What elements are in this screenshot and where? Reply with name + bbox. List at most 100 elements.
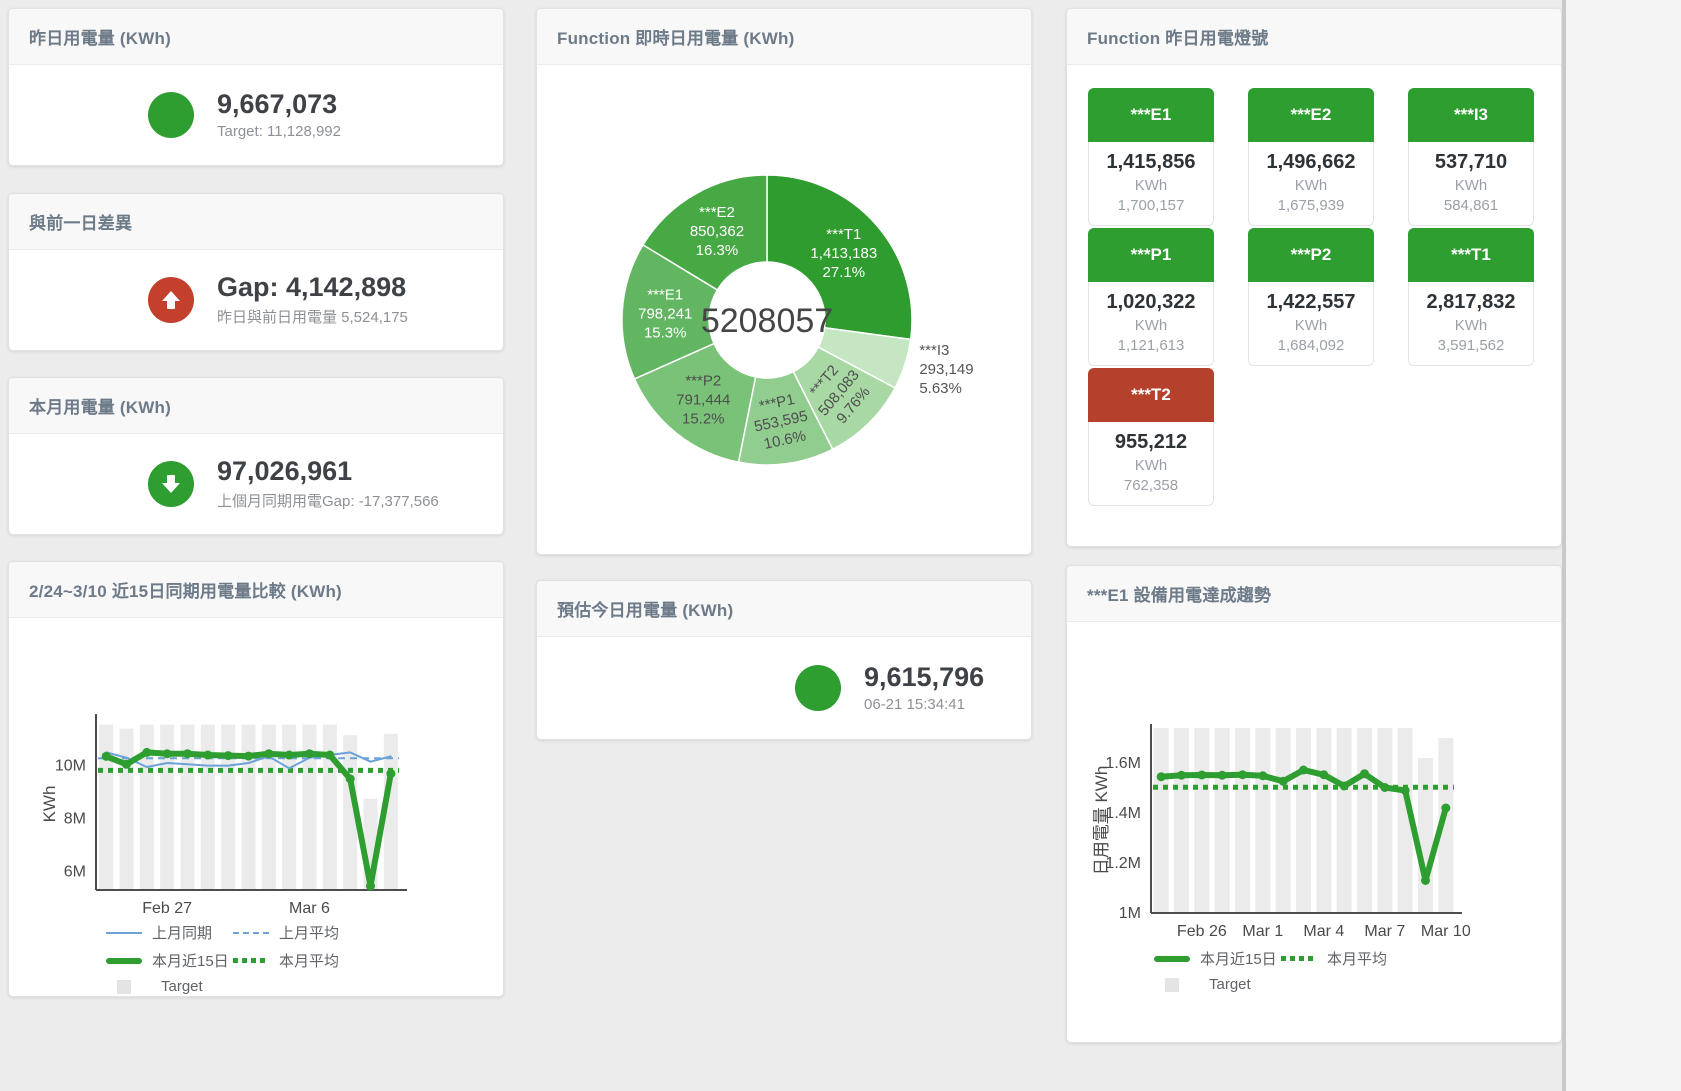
target-bar bbox=[1235, 728, 1250, 913]
light-tile-name: ***E1 bbox=[1088, 88, 1214, 142]
legend-label: 本月近15日 bbox=[1200, 948, 1277, 969]
legend-swatch-icon bbox=[233, 958, 269, 963]
light-tile-value: 537,710 bbox=[1409, 151, 1533, 174]
light-tile-target: 1,700,157 bbox=[1089, 197, 1213, 214]
target-bar bbox=[1255, 728, 1270, 913]
light-tile: ***T2955,212KWh762,358 bbox=[1088, 368, 1214, 506]
light-tile-name: ***T1 bbox=[1408, 228, 1534, 282]
compare-15d-chart: 6M8M10MFeb 27Mar 6KWh bbox=[9, 618, 503, 918]
panel-estimate-today: 預估今日用電量 (KWh) 9,615,796 06-21 15:34:41 bbox=[536, 580, 1032, 740]
light-tile: ***P21,422,557KWh1,684,092 bbox=[1248, 228, 1374, 366]
light-tile: ***P11,020,322KWh1,121,613 bbox=[1088, 228, 1214, 366]
donut-center-total: 5208057 bbox=[701, 302, 833, 340]
legend-item[interactable]: 上月同期 bbox=[106, 922, 233, 943]
panel-header[interactable]: ***E1 設備用電達成趨勢 bbox=[1067, 566, 1561, 622]
legend-item[interactable]: 本月近15日 bbox=[1154, 948, 1281, 969]
function-usage-donut-chart: ***T11,413,18327.1%***I3293,1495.63%***T… bbox=[537, 65, 1031, 553]
stat-subtitle: 昨日與前日用電量 5,524,175 bbox=[217, 306, 408, 327]
light-tile-body: 537,710KWh584,861 bbox=[1408, 142, 1534, 226]
light-tile-unit: KWh bbox=[1409, 177, 1533, 194]
panel-compare-15d: 2/24~3/10 近15日同期用電量比較 (KWh) 6M8M10MFeb 2… bbox=[8, 561, 504, 997]
x-tick-label: Mar 6 bbox=[289, 900, 330, 917]
target-bar bbox=[1154, 728, 1169, 913]
target-bar bbox=[1296, 728, 1311, 913]
stat-subtitle: Target: 11,128,992 bbox=[217, 123, 341, 140]
y-tick-label: 8M bbox=[64, 811, 86, 828]
legend-item[interactable]: 本月平均 bbox=[1281, 948, 1387, 969]
light-tile-value: 1,415,856 bbox=[1089, 151, 1213, 174]
legend-label: 上月平均 bbox=[279, 922, 339, 943]
light-tile-unit: KWh bbox=[1249, 177, 1373, 194]
panel-header[interactable]: 本月用電量 (KWh) bbox=[9, 378, 503, 434]
panel-e1-trend: ***E1 設備用電達成趨勢 1M1.2M1.4M1.6MFeb 26Mar 1… bbox=[1066, 565, 1562, 1043]
compare-chart-legend: 上月同期 上月平均本月近15日 本月平均 Target bbox=[106, 922, 339, 995]
legend-label: 本月近15日 bbox=[152, 950, 229, 971]
legend-label: Target bbox=[1209, 976, 1251, 993]
light-tile-unit: KWh bbox=[1089, 457, 1213, 474]
panel-header[interactable]: 預估今日用電量 (KWh) bbox=[537, 581, 1031, 637]
light-tile: ***T12,817,832KWh3,591,562 bbox=[1408, 228, 1534, 366]
trend-chart-legend: 本月近15日本月平均 Target bbox=[1154, 948, 1387, 993]
arrow-down-icon bbox=[162, 475, 180, 493]
light-tile-target: 1,121,613 bbox=[1089, 337, 1213, 354]
legend-label: 本月平均 bbox=[279, 950, 339, 971]
light-tile-target: 3,591,562 bbox=[1409, 337, 1533, 354]
x-tick-label: Mar 10 bbox=[1421, 923, 1471, 940]
panel-header[interactable]: Function 昨日用電燈號 bbox=[1067, 9, 1561, 65]
target-bar bbox=[1215, 728, 1230, 913]
legend-item[interactable]: Target bbox=[115, 978, 203, 995]
light-tile-unit: KWh bbox=[1249, 317, 1373, 334]
e1-trend-chart: 1M1.2M1.4M1.6MFeb 26Mar 1Mar 4Mar 7Mar 1… bbox=[1067, 622, 1561, 942]
panel-day-gap: 與前一日差異 Gap: 4,142,898 昨日與前日用電量 5,524,175 bbox=[8, 193, 504, 351]
legend-item[interactable]: Target bbox=[1163, 976, 1251, 993]
status-circle-green bbox=[795, 665, 841, 711]
y-tick-label: 6M bbox=[64, 863, 86, 880]
panel-header[interactable]: 昨日用電量 (KWh) bbox=[9, 9, 503, 65]
x-tick-label: Mar 7 bbox=[1364, 923, 1405, 940]
target-bar bbox=[242, 725, 256, 890]
panel-title: Function 昨日用電燈號 bbox=[1087, 24, 1268, 49]
panel-header[interactable]: Function 即時日用電量 (KWh) bbox=[537, 9, 1031, 65]
x-tick-label: Mar 1 bbox=[1242, 923, 1283, 940]
panel-title: Function 即時日用電量 (KWh) bbox=[557, 24, 794, 49]
stat-day-gap: Gap: 4,142,898 昨日與前日用電量 5,524,175 bbox=[9, 250, 503, 350]
light-tile: ***I3537,710KWh584,861 bbox=[1408, 88, 1534, 226]
legend-swatch-icon bbox=[106, 932, 142, 934]
stat-value: Gap: 4,142,898 bbox=[217, 273, 408, 303]
legend-label: Target bbox=[161, 978, 203, 995]
light-tile-body: 2,817,832KWh3,591,562 bbox=[1408, 282, 1534, 366]
panel-header[interactable]: 與前一日差異 bbox=[9, 194, 503, 250]
panel-title: 本月用電量 (KWh) bbox=[29, 393, 171, 418]
target-bar bbox=[1418, 758, 1433, 913]
status-circle-red bbox=[148, 277, 194, 323]
panel-month-usage: 本月用電量 (KWh) 97,026,961 上個月同期用電Gap: -17,3… bbox=[8, 377, 504, 535]
legend-item[interactable]: 本月近15日 bbox=[106, 950, 233, 971]
panel-function-lights: Function 昨日用電燈號 ***E1 1,415,856 KWh 1,700,1… bbox=[1066, 8, 1562, 547]
stat-timestamp: 06-21 15:34:41 bbox=[864, 696, 984, 713]
stat-value: 97,026,961 bbox=[217, 457, 439, 487]
panel-function-realtime-donut: Function 即時日用電量 (KWh) ***T11,413,18327.1… bbox=[536, 8, 1032, 555]
y-axis-label: KWh bbox=[40, 786, 59, 823]
light-tile-target: 1,675,939 bbox=[1249, 197, 1373, 214]
legend-item[interactable]: 本月平均 bbox=[233, 950, 339, 971]
target-bar bbox=[1357, 728, 1372, 913]
stat-value: 9,667,073 bbox=[217, 90, 341, 120]
status-circle-green bbox=[148, 92, 194, 138]
legend-item[interactable]: 上月平均 bbox=[233, 922, 339, 943]
y-axis-label: 日用電量 KWh bbox=[1092, 766, 1111, 876]
target-bar bbox=[120, 729, 134, 890]
target-bar bbox=[1174, 728, 1189, 913]
x-tick-label: Feb 27 bbox=[142, 900, 192, 917]
panel-title: 預估今日用電量 (KWh) bbox=[557, 596, 733, 621]
light-tile-target: 1,684,092 bbox=[1249, 337, 1373, 354]
legend-swatch-icon bbox=[1281, 956, 1317, 961]
panel-header[interactable]: 2/24~3/10 近15日同期用電量比較 (KWh) bbox=[9, 562, 503, 618]
target-bar bbox=[1316, 728, 1331, 913]
legend-label: 上月同期 bbox=[152, 922, 212, 943]
target-bar bbox=[201, 725, 215, 890]
legend-swatch-icon bbox=[115, 980, 151, 994]
light-tile-grid: ***E11,415,856KWh1,700,157***E21,496,662… bbox=[1067, 65, 1561, 506]
target-bar bbox=[99, 725, 113, 890]
legend-swatch-icon bbox=[1154, 956, 1190, 962]
light-tile-body: 1,496,662KWh1,675,939 bbox=[1248, 142, 1374, 226]
